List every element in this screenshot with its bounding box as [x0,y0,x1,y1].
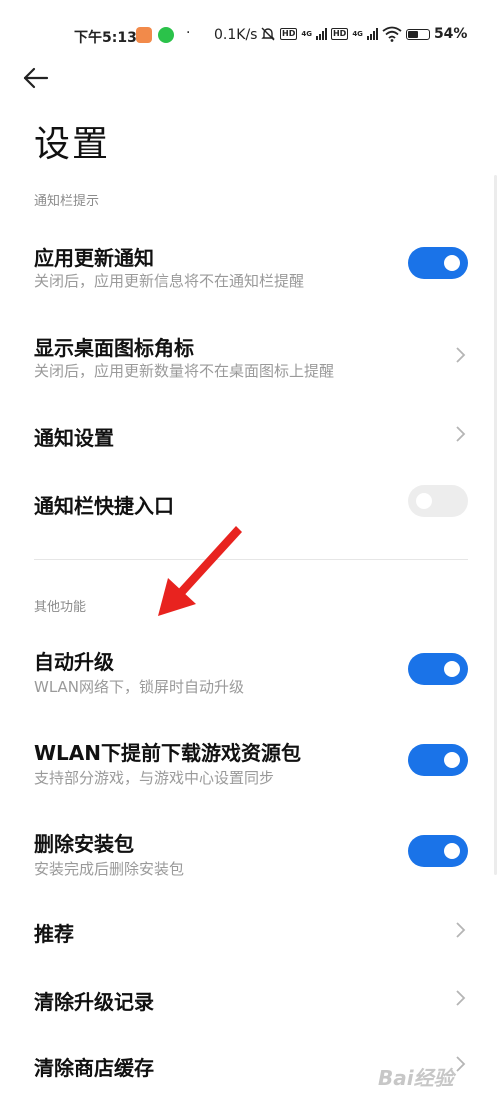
mute-bell-icon [261,27,275,41]
row-title: 自动升级 [34,650,114,674]
section-header-other: 其他功能 [34,600,87,615]
chevron-right-icon [456,990,466,1006]
signal-icon [315,28,327,40]
section-header-notification: 通知栏提示 [34,194,100,209]
row-title: 通知栏快捷入口 [34,494,174,518]
notification-shortcut-toggle[interactable] [408,485,468,517]
toggle-knob [444,661,460,677]
chevron-right-icon [456,426,466,442]
row-title: WLAN下提前下载游戏资源包 [34,741,302,765]
row-title: 通知设置 [34,426,114,450]
status-icons: HD 4G HD 4G 54% [260,26,467,42]
page-title: 设置 [34,124,111,165]
row-title: 清除商店缓存 [34,1056,154,1080]
signal-icon-2 [366,28,378,40]
auto-upgrade-toggle[interactable] [408,653,468,685]
setting-row-desktop-badge[interactable]: 显示桌面图标角标 关闭后，应用更新数量将不在桌面图标上提醒 [0,320,500,392]
setting-row-recommend[interactable]: 推荐 [0,906,500,954]
hd-icon: HD [280,28,298,40]
status-time: 下午5:13 [74,30,137,46]
network-speed: 0.1K/s [214,27,258,43]
row-title: 推荐 [34,922,74,946]
app-update-notification-toggle[interactable] [408,247,468,279]
hd-icon-2: HD [330,28,349,40]
back-arrow-icon[interactable] [20,62,52,94]
row-subtitle: 安装完成后删除安装包 [34,860,185,878]
setting-row-notification-shortcut[interactable]: 通知栏快捷入口 [0,478,500,526]
row-subtitle: 支持部分游戏，与游戏中心设置同步 [34,769,275,787]
battery-percent: 54% [433,26,468,42]
row-subtitle: 关闭后，应用更新数量将不在桌面图标上提醒 [34,362,335,380]
row-subtitle: WLAN网络下，锁屏时自动升级 [34,678,245,696]
network-type-icon-2: 4G [352,30,363,38]
status-bar: 下午5:13 · 0.1K/s HD 4G HD 4G 54% [0,20,500,52]
wechat-icon [158,27,174,43]
toggle-knob [416,493,432,509]
toggle-knob [444,752,460,768]
chevron-right-icon [456,347,466,363]
setting-row-auto-upgrade[interactable]: 自动升级 WLAN网络下，锁屏时自动升级 [0,636,500,708]
status-dot: · [186,25,191,41]
delete-package-toggle[interactable] [408,835,468,867]
row-title: 显示桌面图标角标 [34,336,194,360]
scrollbar[interactable] [494,175,497,875]
row-title: 应用更新通知 [34,246,154,270]
annotation-arrow-icon [158,526,242,616]
row-subtitle: 关闭后，应用更新信息将不在通知栏提醒 [34,272,305,290]
chevron-right-icon [456,922,466,938]
setting-row-delete-package[interactable]: 删除安装包 安装完成后删除安装包 [0,818,500,890]
setting-row-notification-settings[interactable]: 通知设置 [0,410,500,458]
setting-row-game-resource-download[interactable]: WLAN下提前下载游戏资源包 支持部分游戏，与游戏中心设置同步 [0,727,500,799]
chevron-right-icon [456,1056,466,1072]
row-title: 清除升级记录 [34,990,154,1014]
row-title: 删除安装包 [34,832,134,856]
wifi-icon [382,26,402,42]
setting-row-app-update-notification[interactable]: 应用更新通知 关闭后，应用更新信息将不在通知栏提醒 [0,230,500,302]
baidu-watermark: Bai经验 [378,1066,454,1090]
section-divider [34,559,468,560]
game-resource-download-toggle[interactable] [408,744,468,776]
battery-icon [405,28,430,40]
toggle-knob [444,255,460,271]
app-notification-icon [136,27,152,43]
setting-row-clear-upgrade-history[interactable]: 清除升级记录 [0,974,500,1022]
network-type-icon: 4G [301,30,312,38]
toggle-knob [444,843,460,859]
